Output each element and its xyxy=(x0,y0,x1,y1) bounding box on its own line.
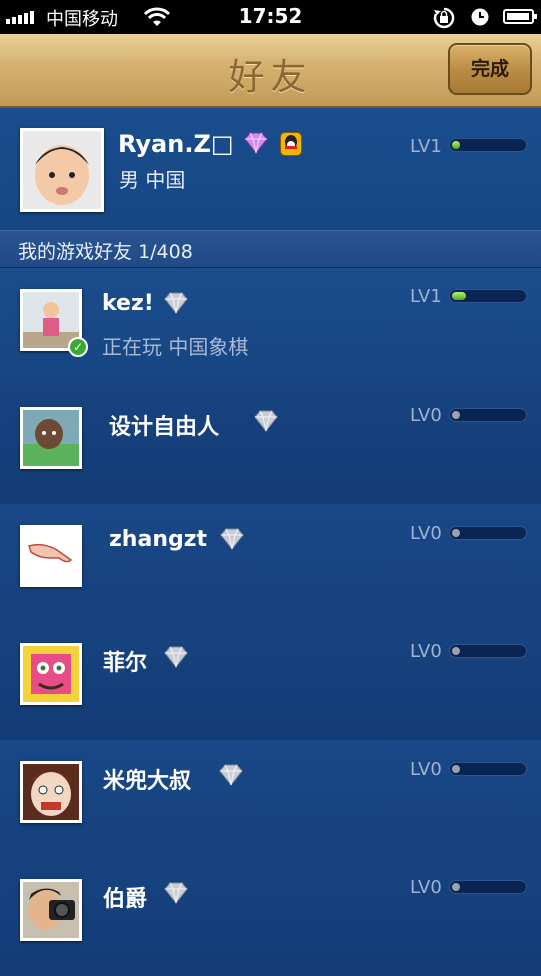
level-progress-fill xyxy=(452,292,466,300)
friend-name: 菲尔 xyxy=(103,651,148,676)
level-progress-empty xyxy=(452,647,460,655)
diamond-icon xyxy=(164,882,188,904)
diamond-icon xyxy=(219,764,243,786)
list-item[interactable]: 米兜大叔 LV0 xyxy=(0,740,541,858)
level-label: LV1 xyxy=(410,286,442,307)
level-progress-fill xyxy=(452,141,460,149)
level-label: LV0 xyxy=(410,759,442,780)
avatar xyxy=(20,761,82,823)
friend-name: 设计自由人 xyxy=(109,415,220,440)
title-bar: 好友 完成 xyxy=(0,34,541,108)
list-item[interactable]: ✓ kez! 正在玩 中国象棋 LV1 xyxy=(0,268,541,386)
diamond-icon xyxy=(254,410,278,432)
section-header: 我的游戏好友 1/408 xyxy=(0,230,541,268)
status-bar: 中国移动 17:52 xyxy=(0,0,541,34)
diamond-icon xyxy=(220,528,244,550)
list-item[interactable]: 设计自由人 LV0 xyxy=(0,386,541,504)
alarm-icon xyxy=(471,8,489,26)
level-label: LV0 xyxy=(410,641,442,662)
qq-icon xyxy=(280,132,302,156)
level-progress-bar xyxy=(449,526,527,540)
level-progress-bar xyxy=(449,289,527,303)
status-time: 17:52 xyxy=(238,4,303,28)
level-progress-empty xyxy=(452,765,460,773)
list-item[interactable]: zhangzt LV0 xyxy=(0,504,541,622)
avatar xyxy=(20,879,82,941)
my-name: Ryan.Z□ xyxy=(118,130,234,158)
section-label: 我的游戏好友 xyxy=(18,241,133,263)
avatar xyxy=(20,128,104,212)
friend-name: kez! xyxy=(102,291,154,316)
level-label: LV0 xyxy=(410,877,442,898)
friend-name: 伯爵 xyxy=(103,887,148,912)
level-progress-empty xyxy=(452,883,460,891)
level-progress-empty xyxy=(452,411,460,419)
level-progress-bar xyxy=(449,408,527,422)
level-progress-bar xyxy=(449,762,527,776)
friend-name: 米兜大叔 xyxy=(103,769,192,794)
section-count: 1/408 xyxy=(138,241,193,263)
level-progress-bar xyxy=(449,644,527,658)
friend-status: 正在玩 中国象棋 xyxy=(102,335,249,359)
battery-icon xyxy=(503,9,537,24)
friend-name: zhangzt xyxy=(109,527,208,552)
level-label: LV0 xyxy=(410,405,442,426)
level-progress-empty xyxy=(452,529,460,537)
diamond-icon xyxy=(244,132,268,154)
done-button[interactable]: 完成 xyxy=(448,43,532,95)
list-item[interactable]: 伯爵 LV0 xyxy=(0,858,541,976)
level-progress-bar xyxy=(449,138,527,152)
rotation-lock-icon xyxy=(433,7,455,29)
online-check-icon: ✓ xyxy=(68,337,88,357)
diamond-icon xyxy=(164,646,188,668)
avatar xyxy=(20,643,82,705)
level-label: LV1 xyxy=(410,136,442,157)
avatar xyxy=(20,525,82,587)
level-label: LV0 xyxy=(410,523,442,544)
my-profile[interactable]: Ryan.Z□ 男 中国 LV1 xyxy=(0,108,541,231)
level-progress-bar xyxy=(449,880,527,894)
list-item[interactable]: 菲尔 LV0 xyxy=(0,622,541,740)
diamond-icon xyxy=(164,292,188,314)
my-info: 男 中国 xyxy=(119,168,186,192)
avatar xyxy=(20,407,82,469)
